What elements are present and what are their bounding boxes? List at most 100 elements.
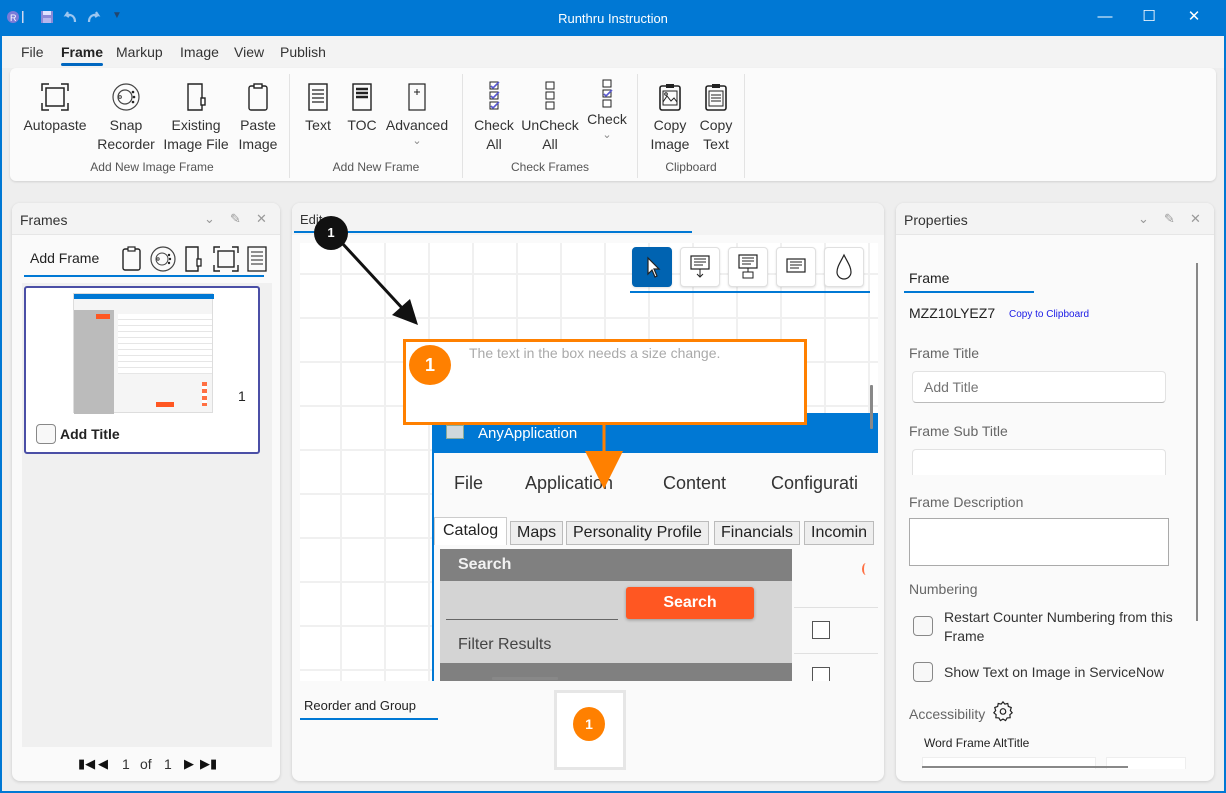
reorder-item-badge: 1 (573, 707, 605, 741)
copy-image-icon (659, 84, 681, 111)
text-frame-icon (308, 83, 328, 111)
canvas-hscrollbar[interactable] (492, 677, 558, 680)
toc-icon (352, 83, 372, 111)
markup-toolbar (630, 241, 870, 293)
snap-recorder-icon[interactable] (148, 245, 178, 275)
edit-canvas[interactable]: AnyApplication File Application Content … (300, 243, 878, 681)
uncheck-all-icon (545, 81, 555, 110)
group-label-add-new-image-frame: Add New Image Frame (90, 160, 214, 174)
step-marker-badge[interactable]: 1 (314, 216, 348, 250)
frames-panel: Frames ⌄ ✎ ✕ Add Frame 1 Add Title ▮◀ ◀ … (12, 203, 280, 781)
copy-text-icon (705, 84, 727, 111)
callout-box-tool-button[interactable] (728, 247, 768, 287)
text-frame-button[interactable]: Text (298, 82, 338, 135)
check-dropdown-button[interactable]: Check ⌄ (584, 78, 630, 141)
snap-recorder-button[interactable]: Snap Recorder (92, 82, 160, 154)
alt-title-label: Word Frame AltTitle (924, 736, 1030, 750)
frame-title[interactable]: Add Title (60, 426, 120, 442)
ribbon-separator (637, 74, 638, 178)
frame-title-label: Frame Title (909, 345, 980, 361)
existing-image-file-button[interactable]: Existing Image File (162, 82, 230, 154)
select-tool-button[interactable] (632, 247, 672, 287)
text-frame-icon[interactable] (246, 245, 268, 273)
paste-image-icon[interactable] (120, 245, 144, 273)
group-label-add-new-frame: Add New Frame (332, 160, 420, 174)
menu-bar: File Frame Markup Image View Publish (2, 36, 1224, 68)
last-page-icon[interactable]: ▶▮ (200, 756, 217, 772)
next-page-icon[interactable]: ▶ (184, 756, 194, 772)
text-box-icon (786, 258, 806, 273)
copy-text-button[interactable]: Copy Text (694, 82, 738, 154)
pager-current: 1 (122, 756, 130, 772)
edit-panel-header: Edit (292, 203, 884, 235)
frame-subtitle-label: Frame Sub Title (909, 423, 1008, 439)
frame-list: 1 Add Title (22, 283, 272, 747)
uncheck-all-button[interactable]: UnCheck All (520, 80, 580, 154)
callout-arrow-tool-button[interactable] (680, 247, 720, 287)
minimize-button[interactable]: — (1087, 6, 1123, 28)
gear-icon[interactable] (992, 700, 1014, 727)
menu-publish[interactable]: Publish (280, 44, 326, 60)
advanced-frame-button[interactable]: Advanced ⌄ (384, 82, 450, 147)
menu-image[interactable]: Image (180, 44, 219, 60)
autopaste-button[interactable]: Autopaste (20, 82, 90, 135)
text-box-tool-button[interactable] (776, 247, 816, 287)
image-file-icon (187, 83, 206, 111)
paste-image-button[interactable]: Paste Image (232, 82, 284, 154)
frame-title-input[interactable] (912, 371, 1166, 403)
reorder-item[interactable]: 1 (554, 690, 626, 770)
properties-scrollbar[interactable] (1196, 263, 1198, 621)
group-label-clipboard: Clipboard (665, 160, 717, 174)
maximize-button[interactable]: ☐ (1131, 6, 1167, 28)
add-frame-toolbar: Add Frame (24, 245, 267, 277)
properties-hscrollbar[interactable] (922, 766, 1128, 768)
menu-frame[interactable]: Frame (61, 44, 104, 66)
image-file-icon[interactable] (182, 245, 206, 273)
prev-page-icon[interactable]: ◀ (98, 756, 108, 772)
ribbon: Autopaste Snap Recorder Existing Image F… (10, 68, 1216, 181)
pin-icon[interactable]: ✎ (230, 211, 241, 227)
callout-down-arrow-icon (690, 255, 710, 278)
check-partial-icon (602, 79, 613, 108)
toc-frame-button[interactable]: TOC (342, 82, 382, 135)
pin-icon[interactable]: ✎ (1164, 211, 1175, 227)
canvas-vscrollbar[interactable] (870, 385, 873, 429)
show-text-checkbox[interactable] (913, 662, 933, 682)
edit-panel: Edit AnyApplication File Application Con… (292, 203, 884, 781)
frame-card[interactable]: 1 Add Title (24, 286, 260, 454)
frame-description-textarea[interactable] (909, 518, 1169, 566)
properties-panel-header: Properties ⌄ ✎ ✕ (896, 203, 1214, 235)
blur-drop-tool-button[interactable] (824, 247, 864, 287)
tab-reorder-and-group[interactable]: Reorder and Group (304, 698, 416, 713)
clipboard-icon (248, 83, 268, 111)
menu-markup[interactable]: Markup (116, 44, 163, 60)
close-icon[interactable]: ✕ (256, 211, 267, 227)
ribbon-separator (744, 74, 745, 178)
menu-view[interactable]: View (234, 44, 264, 60)
frame-number: 1 (238, 388, 246, 404)
close-button[interactable]: ✕ (1176, 6, 1212, 28)
first-page-icon[interactable]: ▮◀ (78, 756, 95, 772)
pager-of-label: of (140, 756, 152, 772)
properties-panel-title: Properties (904, 212, 968, 228)
frame-checkbox[interactable] (36, 424, 56, 444)
show-text-label: Show Text on Image in ServiceNow (944, 664, 1164, 680)
check-all-icon (489, 81, 500, 110)
menu-file[interactable]: File (21, 44, 44, 60)
tab-frame[interactable]: Frame (909, 270, 949, 286)
autopaste-icon[interactable] (212, 245, 240, 273)
frame-subtitle-input[interactable] (912, 449, 1166, 475)
chevron-down-icon[interactable]: ⌄ (1138, 211, 1149, 227)
ribbon-separator (462, 74, 463, 178)
restart-counter-checkbox[interactable] (913, 616, 933, 636)
drop-icon (836, 253, 852, 280)
copy-to-clipboard-link[interactable]: Copy to Clipboard (1009, 309, 1089, 320)
properties-panel: Properties ⌄ ✎ ✕ Frame MZZ10LYEZ7 Copy t… (896, 203, 1214, 781)
frame-thumbnail (73, 293, 214, 414)
check-all-button[interactable]: Check All (470, 80, 518, 154)
restart-counter-label: Restart Counter Numbering from this Fram… (944, 609, 1173, 644)
copy-image-button[interactable]: Copy Image (646, 82, 694, 154)
close-icon[interactable]: ✕ (1190, 211, 1201, 227)
chevron-down-icon[interactable]: ⌄ (204, 211, 215, 227)
group-label-check-frames: Check Frames (510, 160, 590, 174)
